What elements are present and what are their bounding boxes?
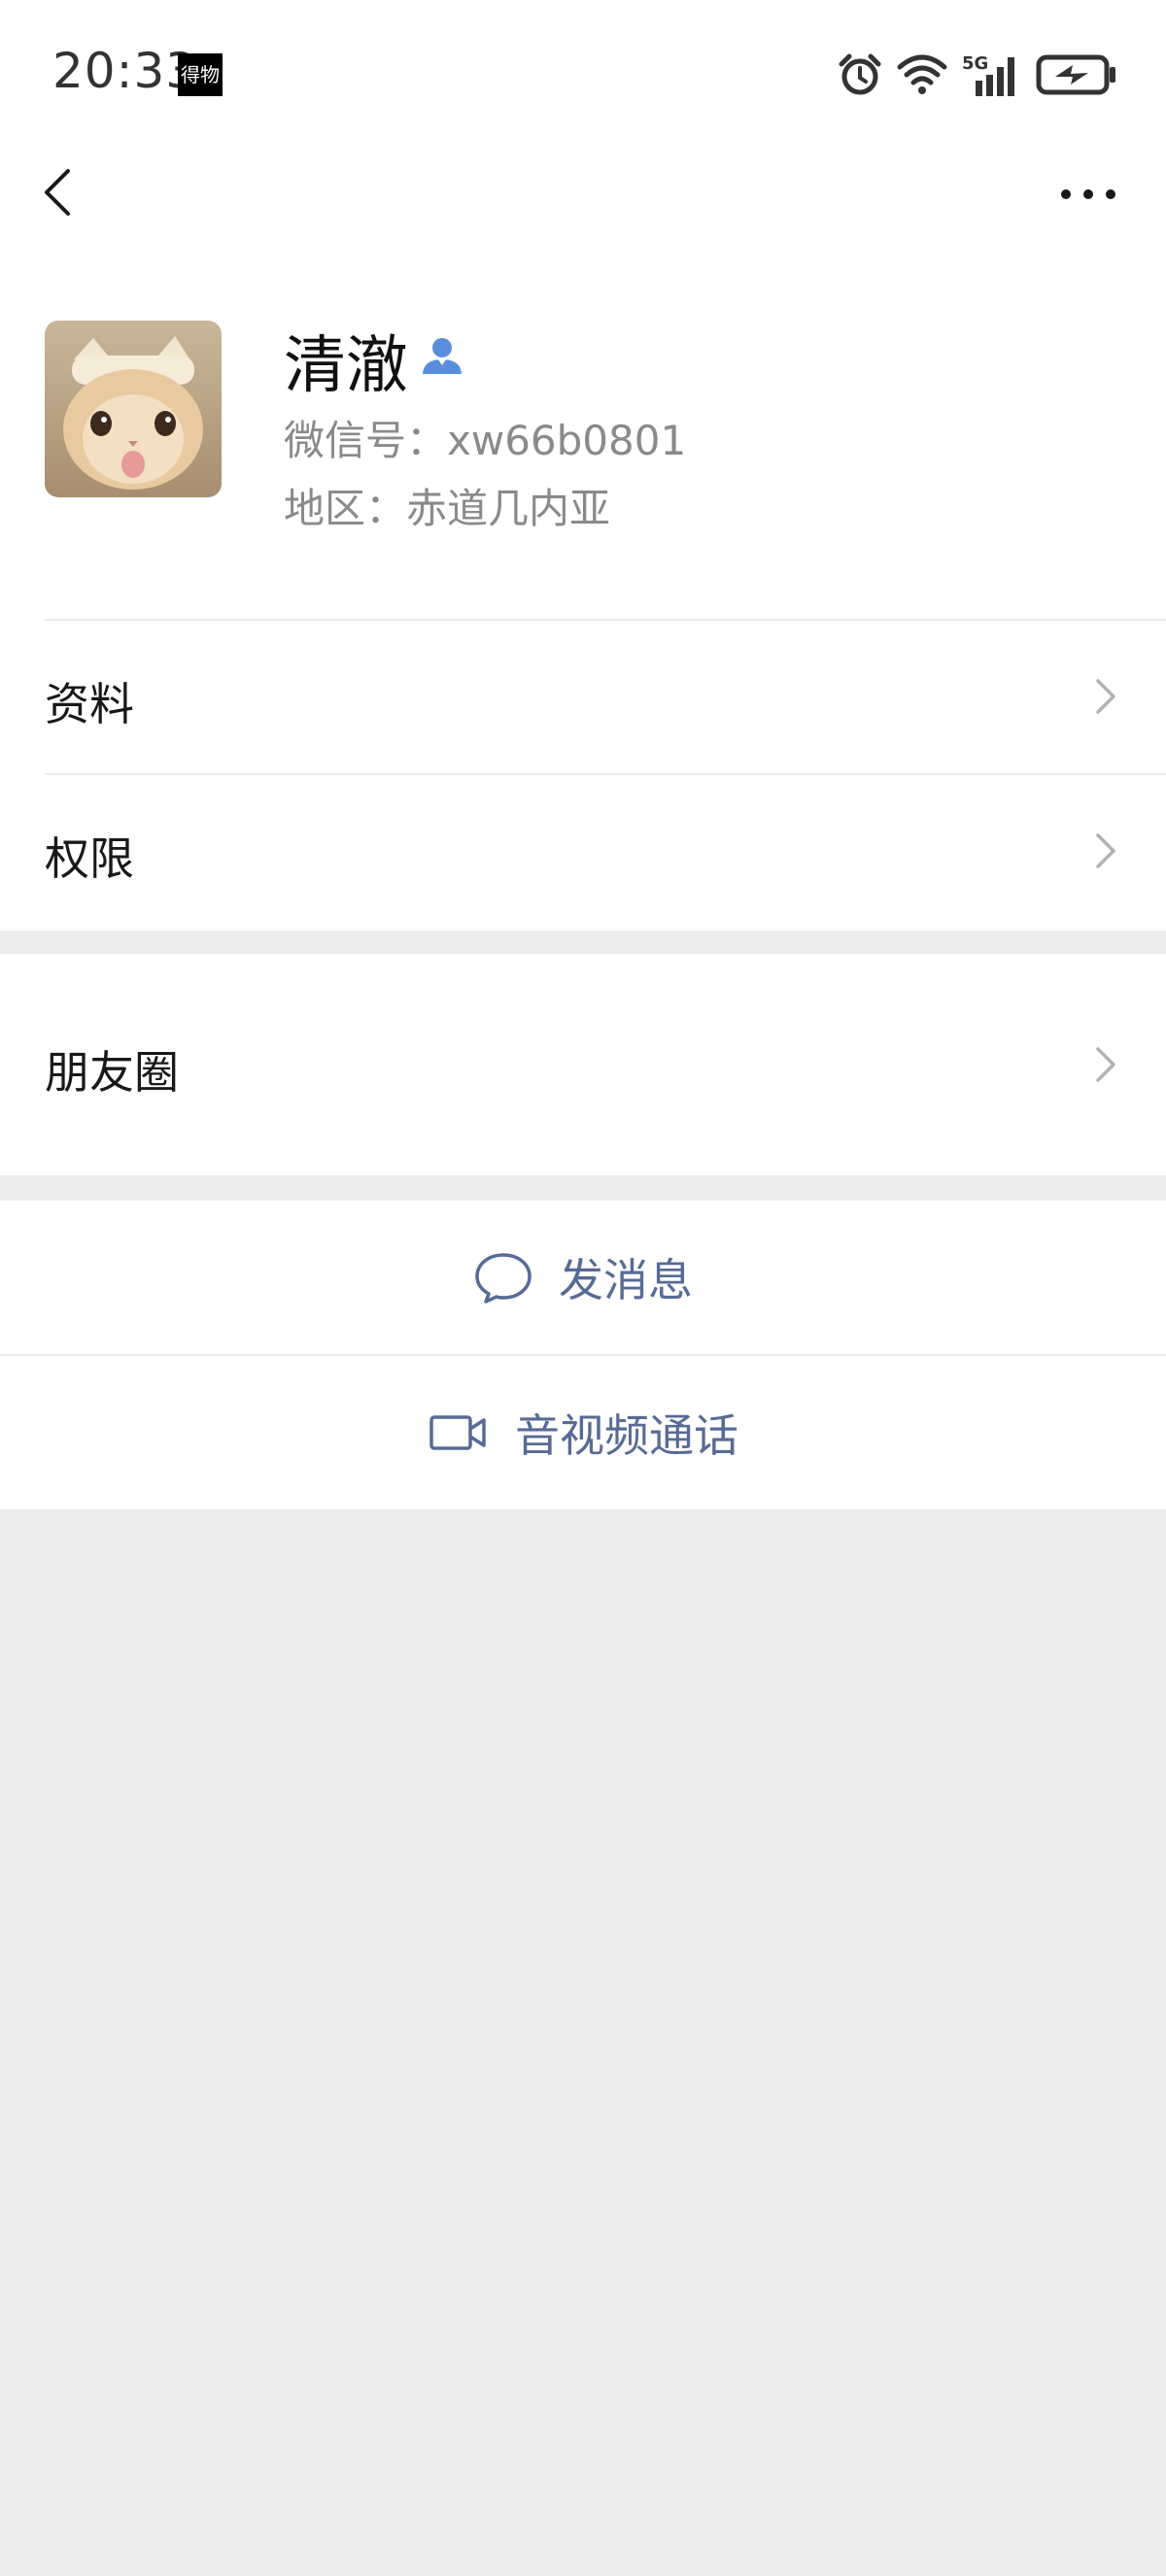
section-gap [0, 1175, 1166, 1201]
menu-item-permission-label: 权限 [45, 832, 134, 885]
region: 地区：赤道几内亚 [284, 485, 611, 532]
more-button[interactable] [1049, 165, 1127, 223]
wifi-icon [897, 54, 947, 94]
ellipsis-icon [1061, 189, 1115, 199]
menu-item-permission[interactable]: 权限 [0, 775, 1166, 931]
app-notification-badge: 得物 [178, 53, 223, 96]
avatar-cat-image [45, 321, 222, 497]
menu-item-moments[interactable]: 朋友圈 [0, 954, 1166, 1175]
svg-text:5G: 5G [962, 53, 988, 74]
menu-item-moments-label: 朋友圈 [45, 1046, 179, 1099]
chevron-right-icon [1096, 833, 1115, 868]
send-message-button[interactable]: 发消息 [0, 1201, 1166, 1354]
battery-charging-icon [1036, 54, 1115, 95]
chat-bubble-icon [475, 1253, 532, 1304]
back-button[interactable] [29, 155, 97, 229]
status-bar: 20:33 得物 5G [0, 0, 1166, 146]
alarm-icon [839, 53, 881, 95]
video-call-label: 音视频通话 [515, 1409, 738, 1462]
wechat-id: 微信号：xw66b0801 [284, 417, 687, 464]
menu-item-info[interactable]: 资料 [0, 621, 1166, 773]
section-gap [0, 931, 1166, 954]
status-time: 20:33 [52, 43, 198, 99]
contact-nickname: 清澈 [284, 330, 408, 402]
video-call-button[interactable]: 音视频通话 [0, 1356, 1166, 1509]
status-icons: 5G [838, 49, 1117, 101]
5g-signal-icon: 5G [962, 53, 1014, 96]
send-message-label: 发消息 [559, 1254, 693, 1306]
menu-item-info-label: 资料 [45, 678, 134, 730]
avatar[interactable] [45, 321, 222, 497]
chevron-right-icon [1096, 1047, 1115, 1082]
chevron-left-icon [45, 169, 70, 216]
contact-person-icon [420, 333, 464, 378]
video-camera-icon [429, 1415, 486, 1450]
chevron-right-icon [1096, 679, 1115, 714]
